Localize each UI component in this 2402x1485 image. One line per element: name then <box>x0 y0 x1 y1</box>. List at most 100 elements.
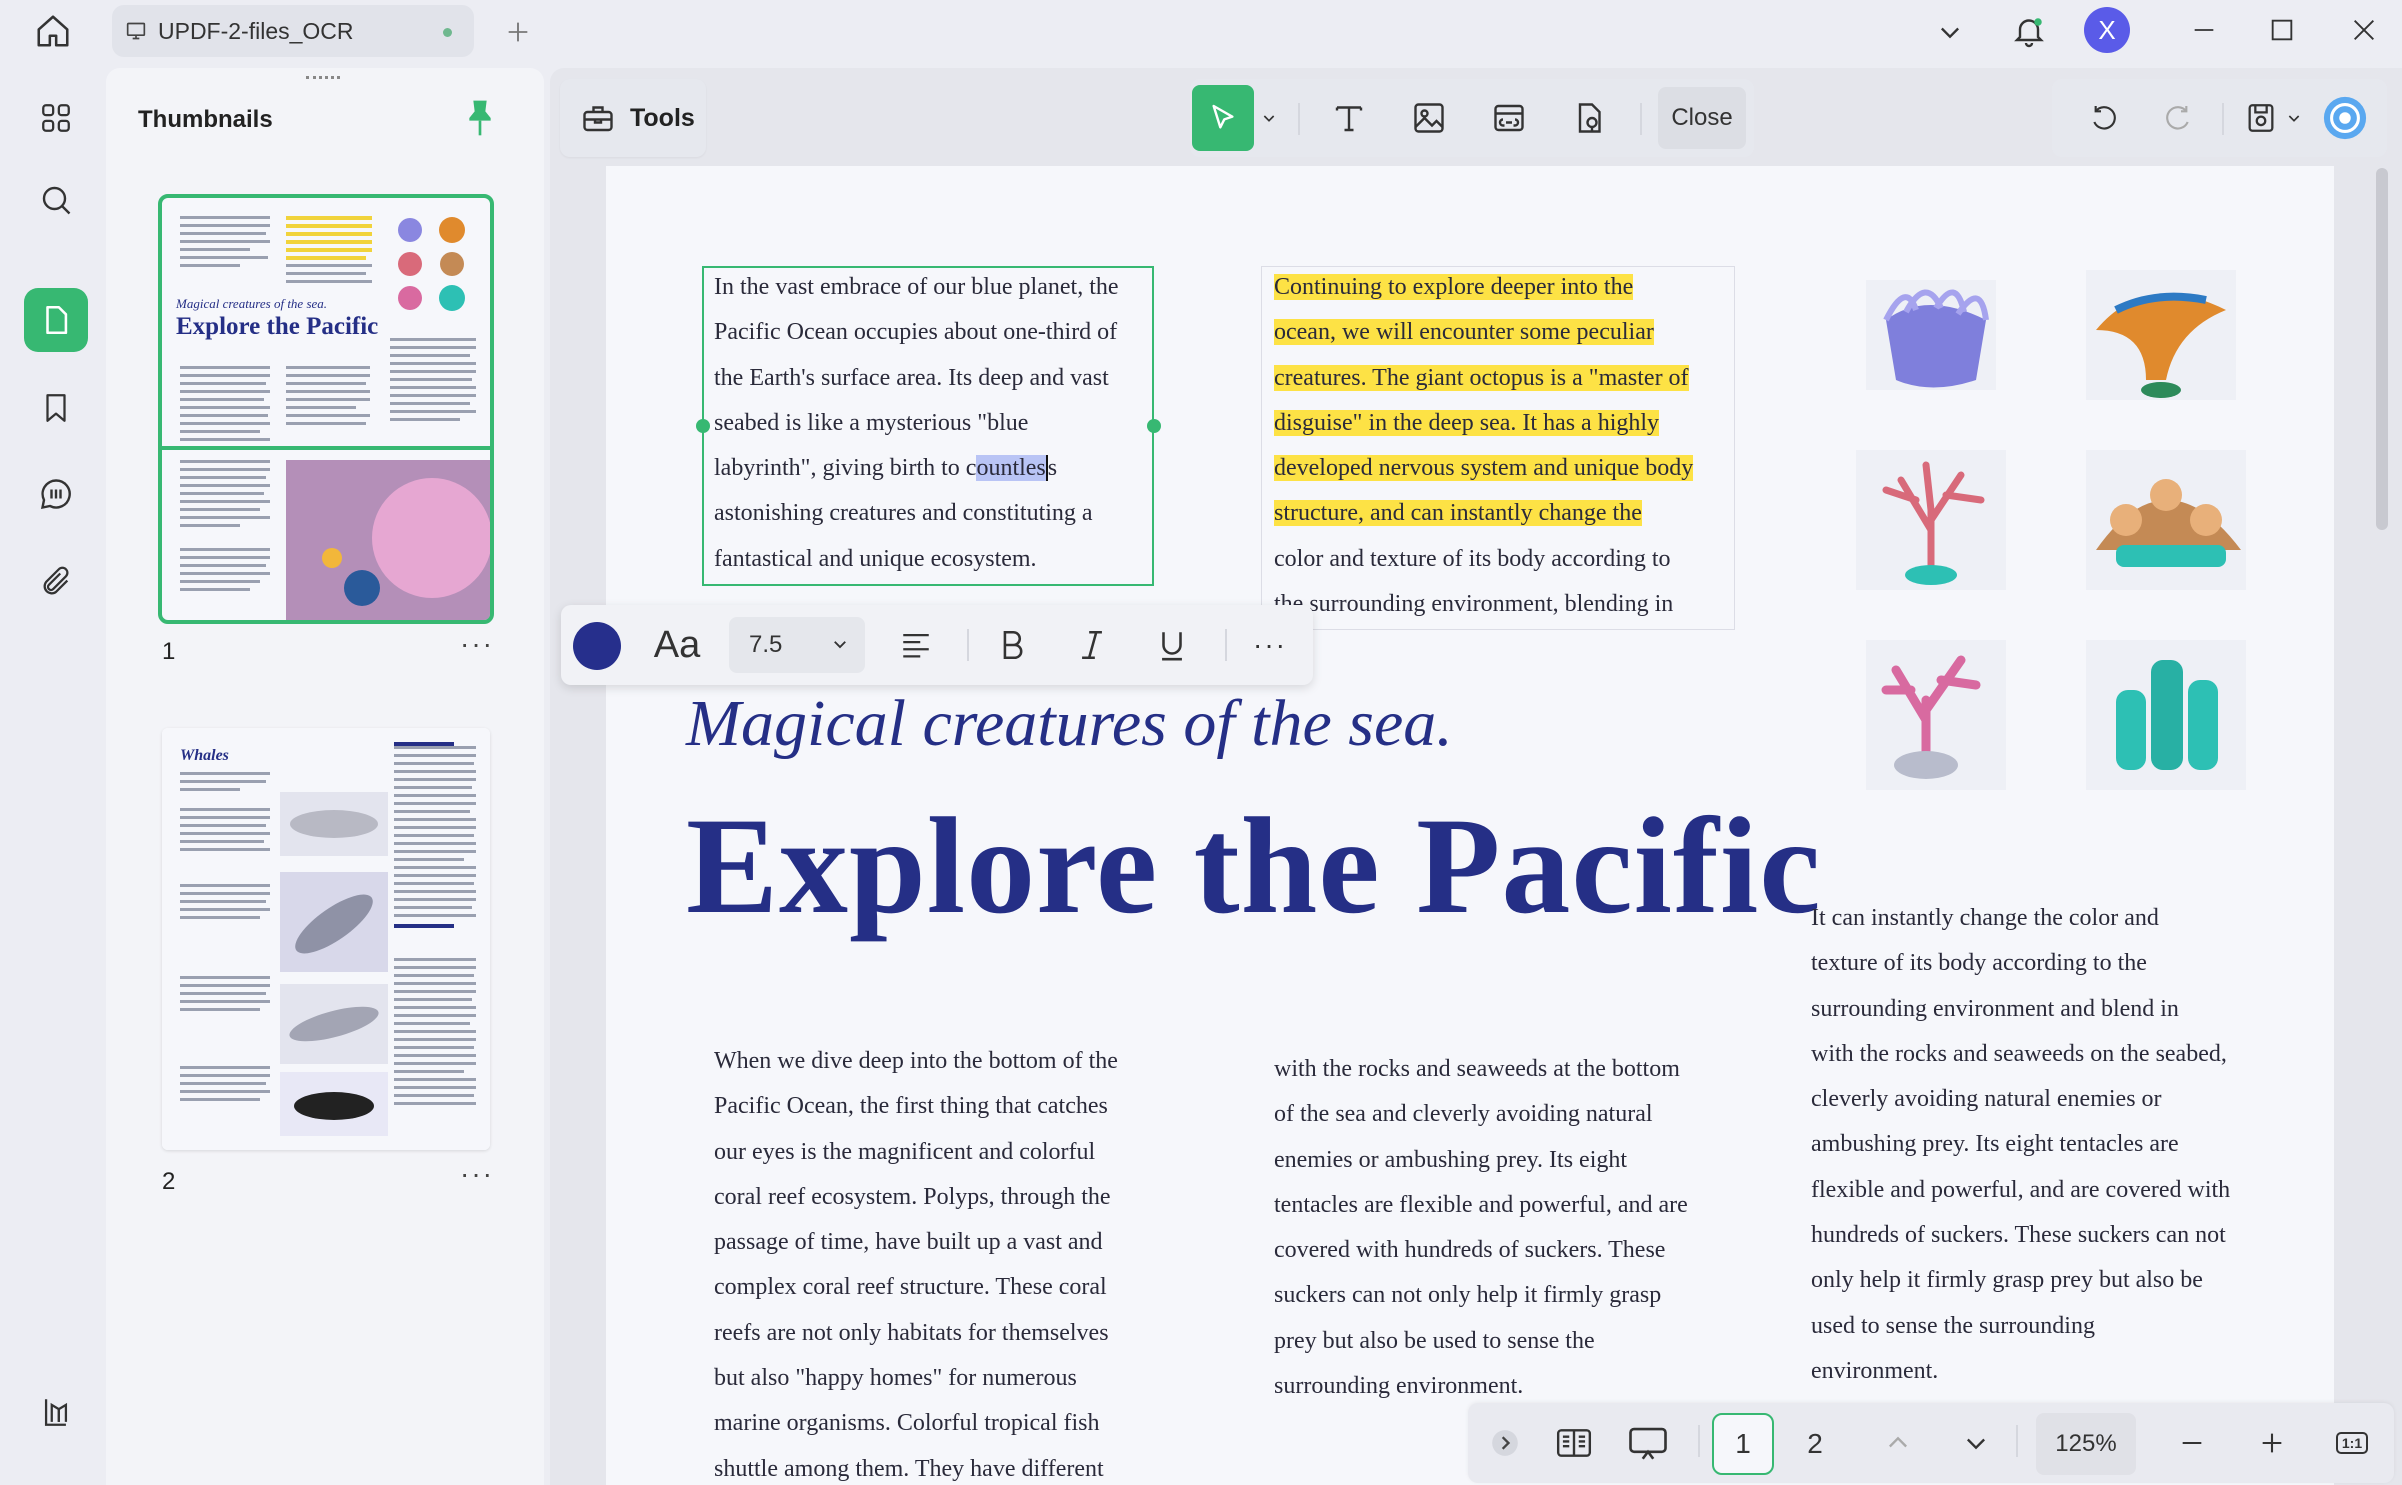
unsaved-dot <box>443 28 452 37</box>
coral-image-5[interactable] <box>1866 640 2006 790</box>
font-size-select[interactable]: 7.5 <box>729 617 865 673</box>
select-tool-button[interactable] <box>1192 85 1254 151</box>
layers-icon[interactable] <box>24 1380 88 1444</box>
underline-icon[interactable] <box>1147 617 1197 673</box>
actual-size-button[interactable]: 1:1 <box>2330 1417 2374 1469</box>
resize-handle[interactable] <box>1147 419 1161 433</box>
thumbnail-page-number: 2 <box>162 1168 176 1195</box>
vertical-scrollbar[interactable] <box>2376 168 2388 530</box>
search-icon[interactable] <box>24 168 88 232</box>
bold-icon[interactable] <box>987 617 1037 673</box>
pin-icon[interactable] <box>464 98 496 138</box>
add-text-icon[interactable] <box>1322 91 1376 145</box>
presentation-icon[interactable] <box>1622 1417 1674 1469</box>
octopus-paragraph[interactable]: Continuing to explore deeper into the oc… <box>1274 265 1694 627</box>
thumbnail-more-button[interactable]: ··· <box>460 1158 494 1190</box>
title-bar: UPDF-2-files_OCR X <box>0 0 2402 62</box>
pages-icon[interactable] <box>24 288 88 352</box>
selected-line: labyrinth", giving birth to countless <box>714 455 1058 482</box>
divider <box>1640 103 1642 135</box>
font-family-icon[interactable]: Aa <box>647 617 707 673</box>
zoom-out-icon[interactable] <box>2172 1417 2212 1469</box>
add-link-icon[interactable] <box>1482 91 1536 145</box>
page-1-button[interactable]: 1 <box>1712 1413 1774 1475</box>
highlighted-text: Continuing to explore deeper into the <box>1274 274 1634 300</box>
add-image-icon[interactable] <box>1402 91 1456 145</box>
selected-text: ountles <box>976 455 1046 482</box>
page-navigation-bar: 1 2 125% 1:1 <box>1468 1403 2394 1483</box>
panel-title: Thumbnails <box>138 106 273 133</box>
collapse-arrow-icon[interactable] <box>1490 1417 1520 1469</box>
history-toolbar <box>2052 79 2387 157</box>
apps-icon[interactable] <box>24 86 88 150</box>
coral-reef-paragraph[interactable]: When we dive deep into the bottom of the… <box>714 1039 1118 1485</box>
divider <box>2016 1425 2018 1457</box>
coral-image-3[interactable] <box>1856 450 2006 590</box>
page-2-button[interactable]: 2 <box>1784 1413 1846 1475</box>
highlighted-text: ocean, we will encounter some peculiar <box>1274 319 1654 346</box>
highlighted-text: structure, and can instantly change the <box>1274 500 1642 527</box>
page-subtitle[interactable]: Magical creatures of the sea. <box>686 686 1453 762</box>
font-size-value: 7.5 <box>749 631 783 658</box>
coral-image-1[interactable] <box>1866 280 1996 390</box>
coral-image-4[interactable] <box>2086 450 2246 590</box>
intro-paragraph[interactable]: In the vast embrace of our blue planet, … <box>714 265 1119 582</box>
thumbnail-more-button[interactable]: ··· <box>460 628 494 660</box>
maximize-icon[interactable] <box>2262 10 2302 50</box>
thumb1-heading: Explore the Pacific <box>176 313 378 340</box>
highlighted-text: disguise" in the deep sea. It has a high… <box>1274 409 1660 436</box>
home-icon[interactable] <box>30 8 76 54</box>
chevron-down-icon[interactable] <box>1930 12 1970 52</box>
close-edit-button[interactable]: Close <box>1658 87 1746 149</box>
select-tool-dropdown-icon[interactable] <box>1254 91 1284 145</box>
divider <box>2222 103 2224 135</box>
divider <box>1698 1425 1700 1457</box>
divider <box>1298 103 1300 135</box>
bell-icon[interactable] <box>2006 8 2052 54</box>
redo-icon[interactable] <box>2150 91 2204 145</box>
zoom-level[interactable]: 125% <box>2036 1413 2136 1475</box>
zoom-in-icon[interactable] <box>2252 1417 2292 1469</box>
highlighted-text: developed nervous system and unique body <box>1274 455 1694 482</box>
coral-image-6[interactable] <box>2086 640 2246 790</box>
thumbnail-page-number: 1 <box>162 638 176 665</box>
new-tab-plus-icon[interactable] <box>500 14 536 50</box>
thumbnail-page-1[interactable]: Magical creatures of the sea. Explore th… <box>158 194 494 624</box>
coral-images <box>1846 250 2266 790</box>
minimize-icon[interactable] <box>2184 10 2224 50</box>
drag-handle[interactable] <box>306 76 340 80</box>
ai-assistant-icon[interactable] <box>2318 91 2372 145</box>
undo-icon[interactable] <box>2078 91 2132 145</box>
comment-icon[interactable] <box>24 462 88 526</box>
camouflage-paragraph[interactable]: It can instantly change the color and te… <box>1811 896 2230 1394</box>
save-dropdown-icon[interactable] <box>2280 91 2308 145</box>
reading-mode-icon[interactable] <box>1548 1417 1600 1469</box>
align-left-icon[interactable] <box>891 617 941 673</box>
more-options-button[interactable]: ··· <box>1245 617 1295 673</box>
previous-page-icon[interactable] <box>1878 1417 1918 1469</box>
divider <box>967 629 969 661</box>
italic-icon[interactable] <box>1067 617 1117 673</box>
monitor-icon <box>126 21 146 41</box>
coral-image-2[interactable] <box>2086 270 2236 400</box>
text-color-swatch[interactable] <box>573 622 621 670</box>
pdf-page: In the vast embrace of our blue planet, … <box>606 166 2334 1485</box>
chevron-down-icon <box>831 635 849 653</box>
octopus-continued-paragraph[interactable]: with the rocks and seaweeds at the botto… <box>1274 1047 1688 1409</box>
close-icon[interactable] <box>2344 10 2384 50</box>
avatar[interactable]: X <box>2084 7 2130 53</box>
page-title[interactable]: Explore the Pacific <box>686 786 1822 945</box>
next-page-icon[interactable] <box>1956 1417 1996 1469</box>
resize-handle[interactable] <box>696 419 710 433</box>
tools-label: Tools <box>630 103 695 132</box>
watermark-icon[interactable] <box>1562 91 1616 145</box>
edit-toolbar: Close <box>1190 79 1754 157</box>
attachment-icon[interactable] <box>24 550 88 614</box>
thumbnail-page-2[interactable]: Whales <box>162 728 490 1150</box>
toolbox-icon <box>580 100 616 136</box>
document-tab[interactable]: UPDF-2-files_OCR <box>112 5 474 57</box>
left-rail <box>0 62 106 1485</box>
highlighted-text: creatures. The giant octopus is a "maste… <box>1274 364 1689 391</box>
tools-button[interactable]: Tools <box>560 79 706 157</box>
bookmark-icon[interactable] <box>24 376 88 440</box>
